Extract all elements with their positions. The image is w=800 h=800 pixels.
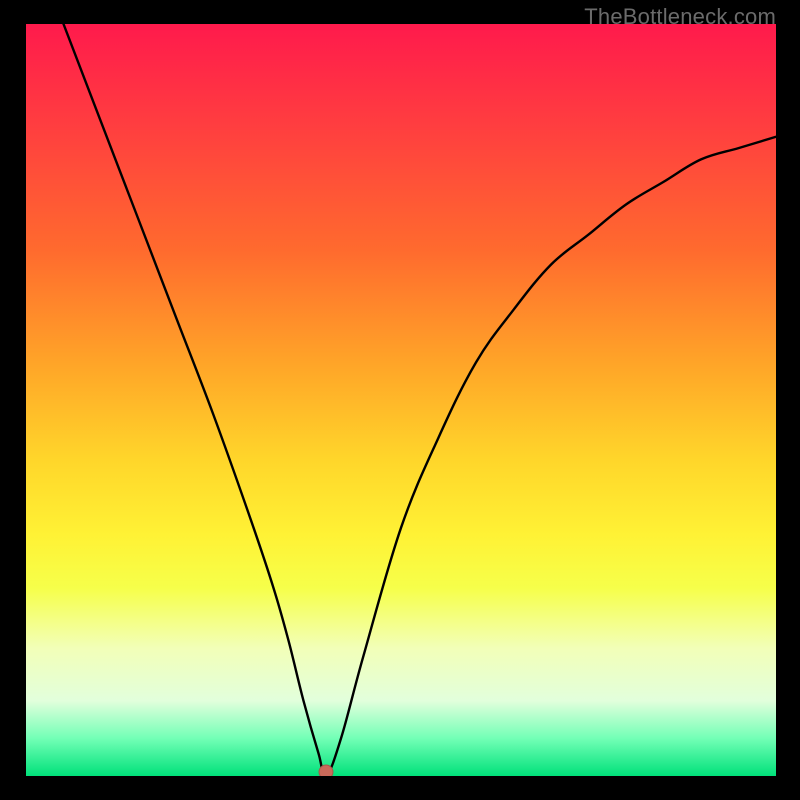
bottleneck-curve [64, 24, 777, 776]
chart-frame: TheBottleneck.com [0, 0, 800, 800]
watermark-text: TheBottleneck.com [584, 4, 776, 30]
bottleneck-curve-svg [26, 24, 776, 776]
optimum-marker [319, 765, 333, 776]
